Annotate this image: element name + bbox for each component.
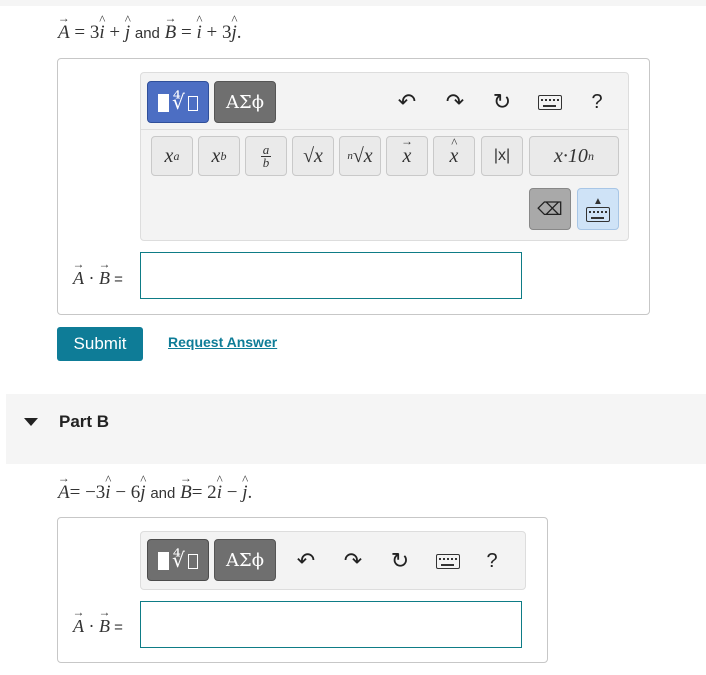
greek-letters-button[interactable]: ΑΣϕ xyxy=(214,539,276,581)
part-b-answer-label: A · B = xyxy=(73,616,123,637)
fraction-button[interactable]: ab xyxy=(245,136,287,176)
part-b-problem-statement: A= −3i − 6j and B= 2i − j. xyxy=(58,482,252,504)
keyboard-toggle-button[interactable]: ▲ xyxy=(577,188,619,230)
scientific-notation-button[interactable]: x·10 n xyxy=(529,136,619,176)
backspace-button[interactable]: ⌫ xyxy=(529,188,571,230)
toolbar-divider xyxy=(141,129,628,130)
undo-icon[interactable]: ↶ xyxy=(392,87,422,117)
templates-button[interactable]: ∜ xyxy=(147,539,209,581)
part-a-answer-label: A · B = xyxy=(73,268,123,289)
part-b-math-toolbar: ∜ ΑΣϕ ↶ ↷ ↻ ? xyxy=(140,531,526,590)
unit-vector-button[interactable]: x xyxy=(433,136,475,176)
submit-button[interactable]: Submit xyxy=(57,327,143,361)
chevron-up-icon: ▲ xyxy=(593,195,603,207)
templates-icon: ∜ xyxy=(158,92,198,112)
undo-icon[interactable]: ↶ xyxy=(291,546,321,576)
templates-icon: ∜ xyxy=(158,550,198,570)
keyboard-icon[interactable] xyxy=(433,546,463,576)
keyboard-icon xyxy=(586,206,610,222)
greek-letters-button[interactable]: ΑΣϕ xyxy=(214,81,276,123)
part-b-header[interactable] xyxy=(6,394,706,464)
collapse-caret-icon[interactable] xyxy=(24,418,38,426)
vector-button[interactable]: x xyxy=(386,136,428,176)
redo-icon[interactable]: ↷ xyxy=(338,546,368,576)
backspace-icon: ⌫ xyxy=(537,198,563,219)
redo-icon[interactable]: ↷ xyxy=(440,87,470,117)
part-a-math-toolbar: ∜ ΑΣϕ ↶ ↷ ↻ ? xa xb ab √x n√x x x |x| x·… xyxy=(140,72,629,241)
help-button[interactable]: ? xyxy=(582,87,612,117)
keyboard-icon[interactable] xyxy=(535,87,565,117)
part-b-answer-input[interactable] xyxy=(140,601,522,648)
subscript-button[interactable]: xb xyxy=(198,136,240,176)
request-answer-link[interactable]: Request Answer xyxy=(168,334,277,350)
superscript-button[interactable]: xa xyxy=(151,136,193,176)
help-button[interactable]: ? xyxy=(477,546,507,576)
nth-root-button[interactable]: n √ x xyxy=(339,136,381,176)
absolute-value-button[interactable]: |x| xyxy=(481,136,523,176)
part-a-answer-input[interactable] xyxy=(140,252,522,299)
top-divider xyxy=(0,0,706,6)
reset-icon[interactable]: ↻ xyxy=(487,87,517,117)
reset-icon[interactable]: ↻ xyxy=(385,546,415,576)
templates-button[interactable]: ∜ xyxy=(147,81,209,123)
part-a-problem-statement: A = 3i + j and B = i + 3j. xyxy=(58,22,242,44)
part-b-title: Part B xyxy=(59,412,110,431)
square-root-button[interactable]: √ x xyxy=(292,136,334,176)
